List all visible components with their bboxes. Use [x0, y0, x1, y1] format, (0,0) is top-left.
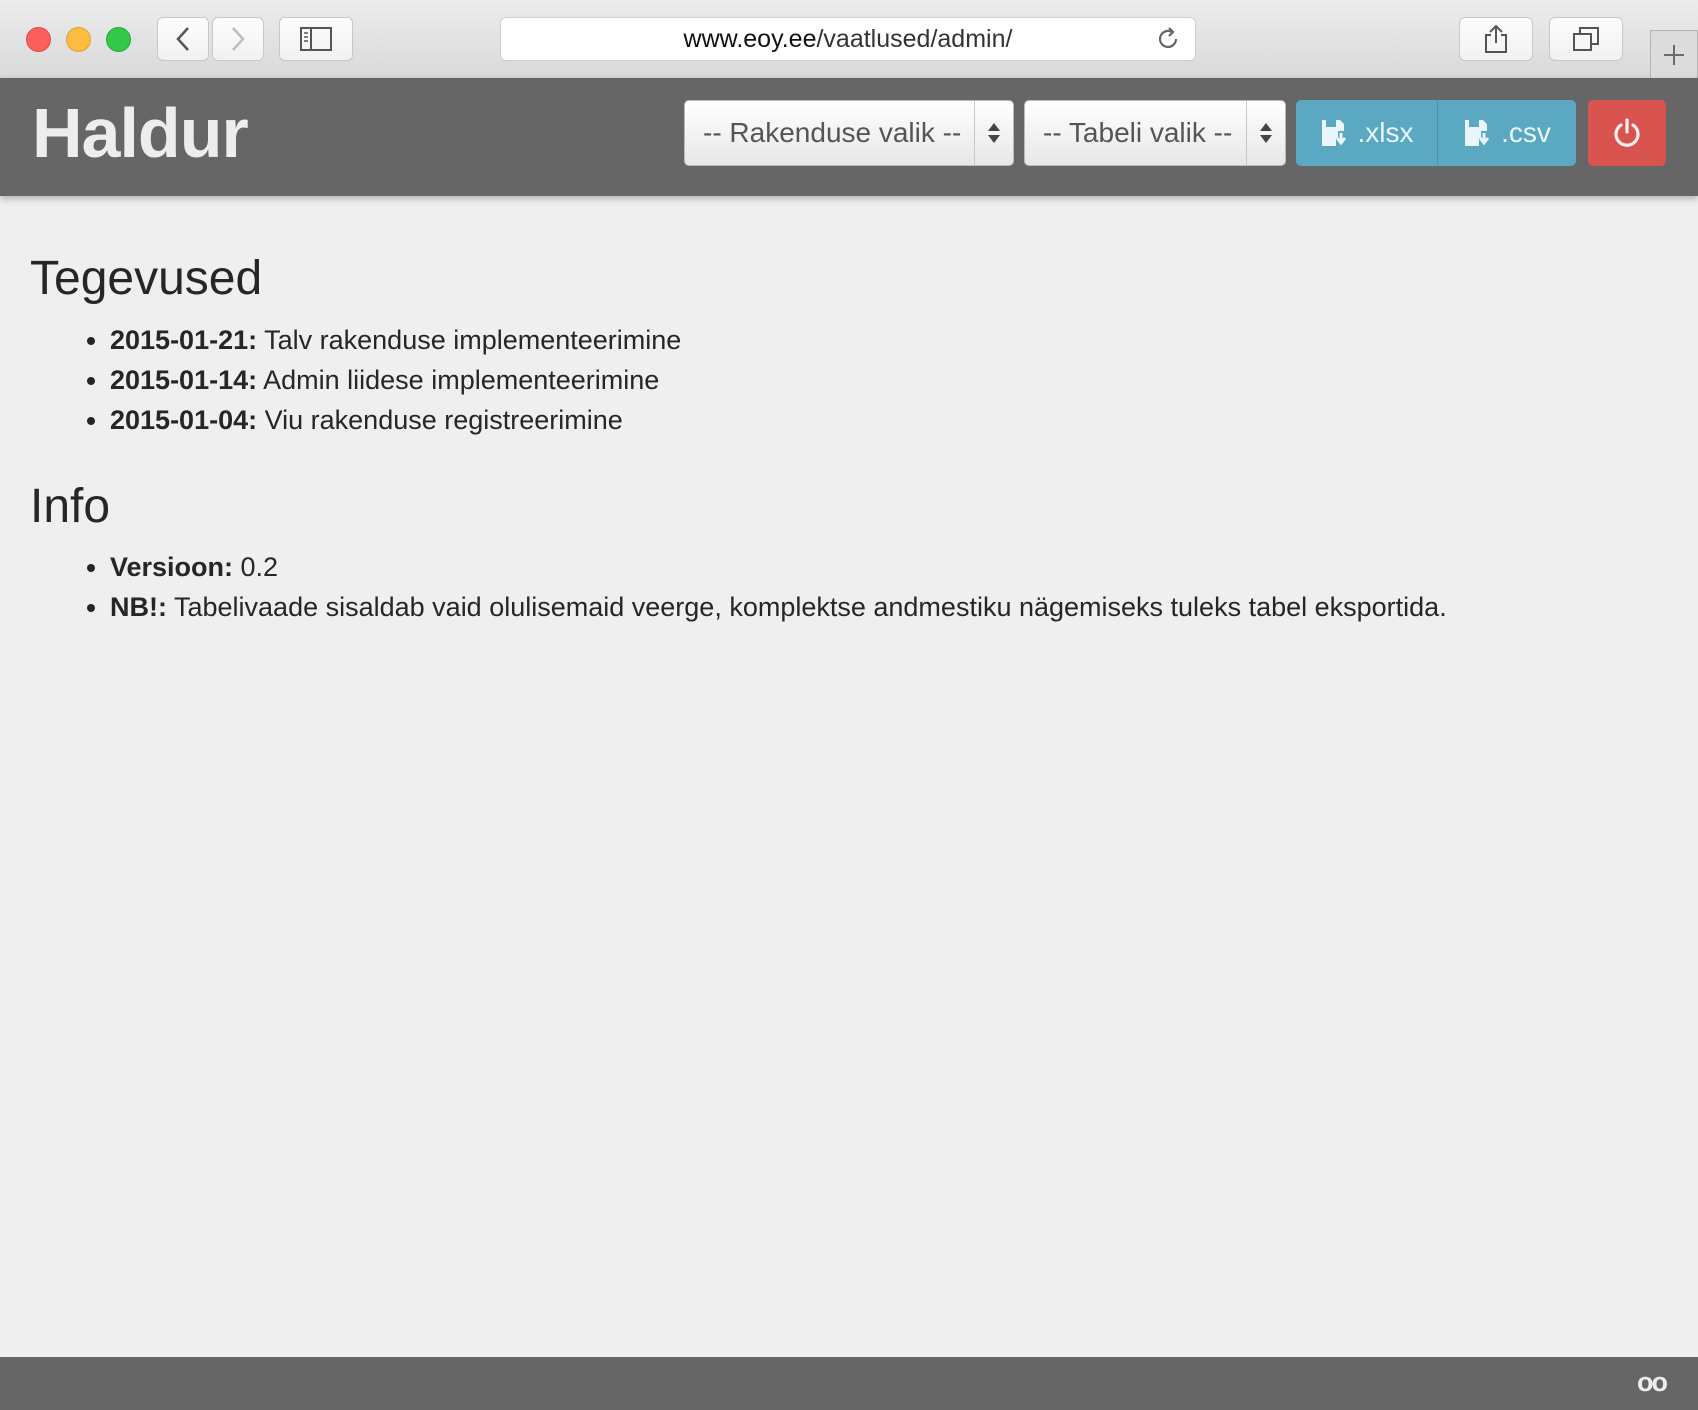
plus-icon — [1664, 44, 1684, 65]
activity-text: Talv rakenduse implementeerimine — [257, 324, 682, 355]
back-button[interactable] — [157, 17, 209, 61]
sidebar-toggle-button[interactable] — [279, 17, 353, 61]
export-csv-label: .csv — [1501, 117, 1551, 148]
floppy-disk-icon — [1321, 120, 1346, 146]
export-csv-button[interactable]: .csv — [1438, 100, 1576, 166]
info-section: Info Versioon: 0.2 NB!: Tabelivaade sisa… — [30, 478, 1650, 628]
table-select-value: -- Tabeli valik -- — [1043, 117, 1233, 148]
list-item: 2015-01-14: Admin liidese implementeerim… — [110, 360, 1650, 400]
info-text: 0.2 — [233, 552, 279, 583]
new-tab-button[interactable] — [1650, 30, 1698, 78]
reload-icon[interactable] — [1155, 26, 1181, 52]
list-item: NB!: Tabelivaade sisaldab vaid olulisema… — [110, 587, 1650, 627]
window-minimize-button[interactable] — [66, 27, 91, 52]
list-item: Versioon: 0.2 — [110, 547, 1650, 587]
forward-button[interactable] — [212, 17, 264, 61]
list-item: 2015-01-04: Viu rakenduse registreerimin… — [110, 400, 1650, 440]
app-title: Haldur — [32, 94, 249, 172]
select-arrows-icon — [974, 101, 1013, 165]
app-header: Haldur -- Rakenduse valik -- -- Tabeli v… — [0, 78, 1698, 196]
activities-list: 2015-01-21: Talv rakenduse implementeeri… — [30, 320, 1650, 440]
table-select[interactable]: -- Tabeli valik -- — [1024, 100, 1286, 166]
export-xlsx-label: .xlsx — [1357, 117, 1414, 148]
browser-toolbar: www.eoy.ee/vaatlused/admin/ — [0, 0, 1698, 79]
select-arrows-icon — [1246, 101, 1285, 165]
info-heading: Info — [30, 479, 111, 533]
logout-button[interactable] — [1588, 100, 1666, 166]
tabs-overview-icon — [1573, 27, 1599, 51]
url-path: /vaatlused/admin/ — [816, 24, 1013, 53]
address-bar[interactable]: www.eoy.ee/vaatlused/admin/ — [500, 17, 1196, 61]
window-zoom-button[interactable] — [106, 27, 131, 52]
activities-heading: Tegevused — [30, 252, 263, 305]
footer-logo: oo — [1637, 1367, 1668, 1397]
share-icon — [1485, 24, 1507, 53]
application-select[interactable]: -- Rakenduse valik -- — [684, 100, 1014, 166]
power-icon — [1614, 118, 1640, 147]
list-item: 2015-01-21: Talv rakenduse implementeeri… — [110, 320, 1650, 360]
window-close-button[interactable] — [26, 27, 51, 52]
activity-text: Admin liidese implementeerimine — [257, 364, 660, 395]
chevron-right-icon — [232, 27, 245, 51]
show-tabs-button[interactable] — [1549, 17, 1623, 61]
url-domain: www.eoy.ee — [683, 24, 817, 53]
info-list: Versioon: 0.2 NB!: Tabelivaade sisaldab … — [30, 547, 1650, 627]
activities-section: Tegevused 2015-01-21: Talv rakenduse imp… — [30, 250, 1650, 440]
activity-date: 2015-01-21: — [110, 324, 258, 355]
browser-window: www.eoy.ee/vaatlused/admin/ Haldur -- Ra… — [0, 0, 1698, 1410]
footer: oo — [0, 1357, 1698, 1410]
sidebar-icon — [300, 27, 332, 51]
floppy-disk-icon — [1465, 120, 1490, 146]
main-content: Tegevused 2015-01-21: Talv rakenduse imp… — [30, 250, 1650, 627]
share-button[interactable] — [1459, 17, 1533, 61]
info-text: Tabelivaade sisaldab vaid olulisemaid ve… — [166, 592, 1447, 623]
export-xlsx-button[interactable]: .xlsx — [1296, 100, 1438, 166]
info-label: NB!: — [110, 592, 167, 623]
activity-text: Viu rakenduse registreerimine — [257, 404, 623, 435]
activity-date: 2015-01-04: — [110, 404, 258, 435]
application-select-value: -- Rakenduse valik -- — [703, 117, 962, 148]
activity-date: 2015-01-14: — [110, 364, 258, 395]
info-label: Versioon: — [110, 552, 234, 583]
chevron-left-icon — [176, 27, 189, 51]
